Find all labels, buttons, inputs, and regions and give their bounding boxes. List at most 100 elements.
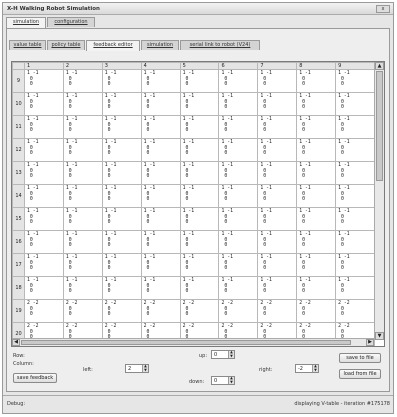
column-header[interactable]: 5 (179, 62, 220, 70)
spin-arrows-icon[interactable]: ▲ ▼ (142, 364, 148, 372)
close-button[interactable]: x (376, 5, 390, 13)
up-stepper[interactable]: 0 ▲ ▼ (211, 350, 235, 359)
grid-cell[interactable]: 1 -1 0 0 (179, 230, 220, 254)
row-header[interactable]: 14 (12, 184, 25, 208)
grid-cell[interactable]: 1 -1 0 0 (24, 276, 64, 300)
grid-cell[interactable]: 1 -1 0 0 (296, 161, 337, 185)
grid-cell[interactable]: 1 -1 0 0 (140, 161, 181, 185)
grid-cell[interactable]: 1 -1 0 0 (101, 115, 142, 139)
grid-cell[interactable]: 1 -1 0 0 (62, 207, 103, 231)
grid-cell[interactable]: 1 -1 0 0 (101, 92, 142, 116)
grid-cell[interactable]: 1 -1 0 0 (179, 161, 220, 185)
grid-cell[interactable]: 1 -1 0 0 (179, 92, 220, 116)
grid-cell[interactable]: 1 -1 0 0 (62, 184, 103, 208)
grid-cell[interactable]: 1 -1 0 0 (140, 138, 181, 162)
grid-cell[interactable]: 1 -1 0 0 (218, 253, 259, 277)
horizontal-scroll-thumb[interactable] (21, 340, 351, 345)
save-to-file-button[interactable]: save to file (339, 353, 381, 363)
grid-cell[interactable]: 1 -1 0 0 (296, 253, 337, 277)
grid-cell[interactable]: 1 -1 0 0 (24, 92, 64, 116)
grid-cell[interactable]: 1 -1 0 0 (296, 207, 337, 231)
grid-cell[interactable]: 1 -1 0 0 (101, 184, 142, 208)
save-feedback-button[interactable]: save feedback (13, 373, 57, 383)
spin-arrows-icon[interactable]: ▲ ▼ (228, 376, 234, 384)
down-stepper[interactable]: 0 ▲ ▼ (211, 376, 235, 385)
grid-cell[interactable]: 1 -1 0 0 (24, 138, 64, 162)
row-header[interactable]: 10 (12, 92, 25, 116)
column-header[interactable]: 8 (296, 62, 337, 70)
row-header[interactable]: 18 (12, 276, 25, 300)
grid-cell[interactable]: 1 -1 0 0 (62, 92, 103, 116)
grid-cell[interactable]: 1 -1 0 0 (335, 115, 376, 139)
row-header[interactable]: 16 (12, 230, 25, 254)
column-header[interactable]: 3 (101, 62, 142, 70)
grid-cell[interactable]: 1 -1 0 0 (62, 161, 103, 185)
grid-cell[interactable]: 1 -1 0 0 (218, 138, 259, 162)
row-header[interactable]: 9 (12, 69, 25, 93)
vertical-scrollbar[interactable]: ▲ ▼ (374, 62, 384, 340)
column-header[interactable]: 6 (218, 62, 259, 70)
grid-cell[interactable]: 1 -1 0 0 (335, 253, 376, 277)
grid-cell[interactable]: 1 -1 0 0 (257, 184, 298, 208)
grid-cell[interactable]: 1 -1 0 0 (24, 69, 64, 93)
grid-cell[interactable]: 1 -1 0 0 (257, 161, 298, 185)
grid-cell[interactable]: 1 -1 0 0 (296, 230, 337, 254)
grid-cell[interactable]: 1 -1 0 0 (218, 92, 259, 116)
grid-cell[interactable]: 1 -1 0 0 (179, 115, 220, 139)
grid-cell[interactable]: 1 -1 0 0 (296, 115, 337, 139)
grid-cell[interactable]: 1 -1 0 0 (179, 138, 220, 162)
tab-sub-simulation[interactable]: simulation (141, 40, 179, 50)
grid-cell[interactable]: 1 -1 0 0 (257, 69, 298, 93)
grid-cell[interactable]: 1 -1 0 0 (335, 207, 376, 231)
grid-cell[interactable]: 2 -2 0 0 (101, 299, 142, 323)
tab-feedback-editor[interactable]: feedback editor (86, 40, 140, 51)
feedback-grid[interactable]: 1 2 3 4 5 6 7 8 9 91 -1 0 01 -1 0 01 -1 … (11, 61, 385, 347)
grid-cell[interactable]: 1 -1 0 0 (296, 92, 337, 116)
grid-cell[interactable]: 1 -1 0 0 (257, 207, 298, 231)
grid-cell[interactable]: 1 -1 0 0 (179, 184, 220, 208)
grid-cell[interactable]: 1 -1 0 0 (140, 207, 181, 231)
grid-cell[interactable]: 2 -2 0 0 (335, 299, 376, 323)
right-stepper[interactable]: -2 ▲ ▼ (295, 364, 319, 373)
scroll-down-icon[interactable]: ▼ (375, 332, 384, 340)
grid-cell[interactable]: 2 -2 0 0 (257, 299, 298, 323)
grid-cell[interactable]: 1 -1 0 0 (296, 276, 337, 300)
grid-cell[interactable]: 1 -1 0 0 (218, 207, 259, 231)
grid-cell[interactable]: 1 -1 0 0 (140, 230, 181, 254)
grid-cell[interactable]: 1 -1 0 0 (179, 69, 220, 93)
row-header[interactable]: 17 (12, 253, 25, 277)
grid-cell[interactable]: 1 -1 0 0 (218, 276, 259, 300)
tab-serial-link[interactable]: serial link to robot (V24) (180, 40, 260, 50)
column-header[interactable]: 2 (62, 62, 103, 70)
grid-cell[interactable]: 1 -1 0 0 (296, 138, 337, 162)
grid-cell[interactable]: 1 -1 0 0 (335, 92, 376, 116)
grid-cell[interactable]: 1 -1 0 0 (62, 276, 103, 300)
grid-cell[interactable]: 1 -1 0 0 (140, 92, 181, 116)
grid-cell[interactable]: 1 -1 0 0 (257, 276, 298, 300)
grid-cell[interactable]: 1 -1 0 0 (257, 230, 298, 254)
grid-cell[interactable]: 2 -2 0 0 (218, 299, 259, 323)
left-stepper[interactable]: 2 ▲ ▼ (125, 364, 149, 373)
grid-cell[interactable]: 1 -1 0 0 (218, 230, 259, 254)
row-header[interactable]: 12 (12, 138, 25, 162)
grid-cell[interactable]: 1 -1 0 0 (140, 253, 181, 277)
grid-cell[interactable]: 1 -1 0 0 (296, 184, 337, 208)
grid-cell[interactable]: 1 -1 0 0 (257, 92, 298, 116)
grid-cell[interactable]: 1 -1 0 0 (257, 253, 298, 277)
grid-cell[interactable]: 1 -1 0 0 (140, 115, 181, 139)
grid-cell[interactable]: 1 -1 0 0 (101, 161, 142, 185)
tab-simulation[interactable]: simulation (6, 17, 46, 28)
grid-cell[interactable]: 1 -1 0 0 (140, 69, 181, 93)
load-from-file-button[interactable]: load from file (339, 369, 381, 379)
column-header[interactable]: 1 (24, 62, 64, 70)
grid-cell[interactable]: 1 -1 0 0 (140, 184, 181, 208)
grid-cell[interactable]: 1 -1 0 0 (24, 161, 64, 185)
grid-cell[interactable]: 1 -1 0 0 (24, 253, 64, 277)
grid-cell[interactable]: 1 -1 0 0 (218, 69, 259, 93)
scroll-up-icon[interactable]: ▲ (375, 62, 384, 70)
tab-configuration[interactable]: configuration (47, 17, 95, 27)
grid-cell[interactable]: 2 -2 0 0 (179, 299, 220, 323)
grid-cell[interactable]: 1 -1 0 0 (101, 69, 142, 93)
grid-cell[interactable]: 1 -1 0 0 (62, 253, 103, 277)
grid-cell[interactable]: 1 -1 0 0 (257, 115, 298, 139)
